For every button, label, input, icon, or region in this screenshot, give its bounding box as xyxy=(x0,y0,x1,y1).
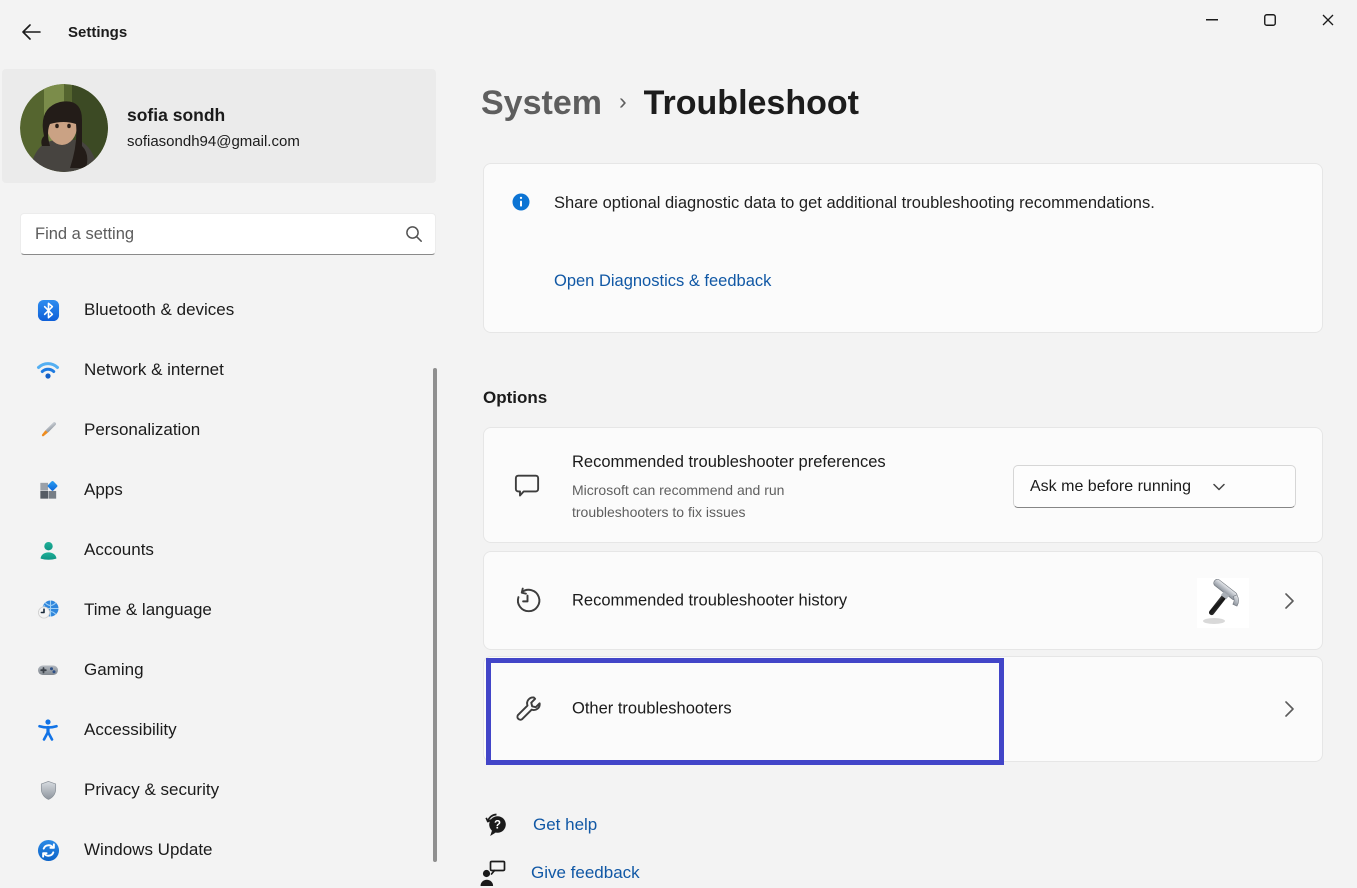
breadcrumb-separator-icon: › xyxy=(619,88,627,115)
sidebar-item-accounts[interactable]: Accounts xyxy=(0,520,434,580)
get-help-icon: ? xyxy=(481,810,511,840)
banner-text: Share optional diagnostic data to get ad… xyxy=(554,190,1179,217)
update-icon xyxy=(36,838,60,862)
sidebar-item-network-internet[interactable]: Network & internet xyxy=(0,340,434,400)
sidebar-item-windows-update[interactable]: Windows Update xyxy=(0,820,434,880)
open-diagnostics-feedback-link[interactable]: Open Diagnostics & feedback xyxy=(554,272,771,291)
give-feedback-link[interactable]: Give feedback xyxy=(479,858,640,888)
row-subtitle: Microsoft can recommend and run troubles… xyxy=(572,479,882,523)
back-arrow-icon xyxy=(21,24,41,40)
title-bar: Settings xyxy=(0,0,1357,50)
user-email: sofiasondh94@gmail.com xyxy=(127,133,300,150)
sidebar-item-label: Accounts xyxy=(84,540,154,560)
sidebar-item-label: Time & language xyxy=(84,600,212,620)
sidebar-item-label: Apps xyxy=(84,480,123,500)
sidebar-item-gaming[interactable]: Gaming xyxy=(0,640,434,700)
page-title: Troubleshoot xyxy=(644,84,859,123)
sidebar-item-label: Privacy & security xyxy=(84,780,219,800)
app-title: Settings xyxy=(68,24,127,41)
avatar xyxy=(20,84,108,172)
other-troubleshooters-row[interactable]: Other troubleshooters xyxy=(483,656,1323,762)
row-title: Recommended troubleshooter history xyxy=(572,591,847,610)
chevron-down-icon xyxy=(1213,483,1225,491)
user-name: sofia sondh xyxy=(127,105,225,126)
give-feedback-icon xyxy=(479,858,509,888)
sidebar-item-accessibility[interactable]: Accessibility xyxy=(0,700,434,760)
info-icon xyxy=(512,193,530,211)
apps-icon xyxy=(36,478,60,502)
close-icon xyxy=(1322,14,1334,26)
sidebar-item-label: Bluetooth & devices xyxy=(84,300,234,320)
search-box xyxy=(20,213,436,255)
wrench-icon xyxy=(512,694,543,725)
svg-text:?: ? xyxy=(494,820,501,832)
shield-icon xyxy=(36,778,60,802)
sidebar-item-time-language[interactable]: Time & language xyxy=(0,580,434,640)
feedback-bubble-icon xyxy=(512,470,542,500)
footer-link-label: Get help xyxy=(533,815,597,835)
options-heading: Options xyxy=(483,388,547,408)
history-icon xyxy=(512,585,543,616)
footer-link-label: Give feedback xyxy=(531,863,640,883)
brush-icon xyxy=(36,418,60,442)
chevron-right-icon xyxy=(1285,593,1294,609)
minimize-button[interactable] xyxy=(1183,0,1241,40)
person-icon xyxy=(36,538,60,562)
diagnostic-info-banner: Share optional diagnostic data to get ad… xyxy=(483,163,1323,333)
sidebar-item-label: Network & internet xyxy=(84,360,224,380)
wifi-icon xyxy=(36,358,60,382)
troubleshooter-history-row[interactable]: Recommended troubleshooter history xyxy=(483,551,1323,650)
sidebar-nav: Bluetooth & devices Network & internet P… xyxy=(0,280,434,880)
sidebar-item-label: Accessibility xyxy=(84,720,177,740)
gamepad-icon xyxy=(36,658,60,682)
sidebar-scrollbar[interactable] xyxy=(433,368,437,862)
sidebar-item-label: Gaming xyxy=(84,660,144,680)
hammer-cursor-image xyxy=(1197,578,1249,628)
search-input[interactable] xyxy=(35,214,395,254)
accessibility-icon xyxy=(36,718,60,742)
maximize-button[interactable] xyxy=(1241,0,1299,40)
sidebar-item-apps[interactable]: Apps xyxy=(0,460,434,520)
sidebar-item-bluetooth-devices[interactable]: Bluetooth & devices xyxy=(0,280,434,340)
troubleshooter-preferences-row: Recommended troubleshooter preferences M… xyxy=(483,427,1323,543)
row-title: Other troubleshooters xyxy=(572,700,732,719)
window-controls xyxy=(1183,0,1357,44)
sidebar-item-personalization[interactable]: Personalization xyxy=(0,400,434,460)
clock-globe-icon xyxy=(36,598,60,622)
dropdown-value: Ask me before running xyxy=(1030,478,1191,496)
breadcrumb: System › Troubleshoot xyxy=(481,84,859,123)
back-button[interactable] xyxy=(16,18,46,46)
preferences-dropdown[interactable]: Ask me before running xyxy=(1013,465,1296,508)
sidebar-item-label: Windows Update xyxy=(84,840,213,860)
minimize-icon xyxy=(1206,19,1218,21)
row-title: Recommended troubleshooter preferences xyxy=(572,453,886,472)
user-account-card[interactable]: sofia sondh sofiasondh94@gmail.com xyxy=(2,69,436,183)
sidebar-item-privacy-security[interactable]: Privacy & security xyxy=(0,760,434,820)
close-button[interactable] xyxy=(1299,0,1357,40)
chevron-right-icon xyxy=(1285,701,1294,717)
maximize-icon xyxy=(1264,14,1276,26)
bluetooth-icon xyxy=(36,298,60,322)
breadcrumb-parent[interactable]: System xyxy=(481,84,602,123)
get-help-link[interactable]: ? Get help xyxy=(481,810,597,840)
sidebar-item-label: Personalization xyxy=(84,420,200,440)
search-icon xyxy=(405,225,423,243)
